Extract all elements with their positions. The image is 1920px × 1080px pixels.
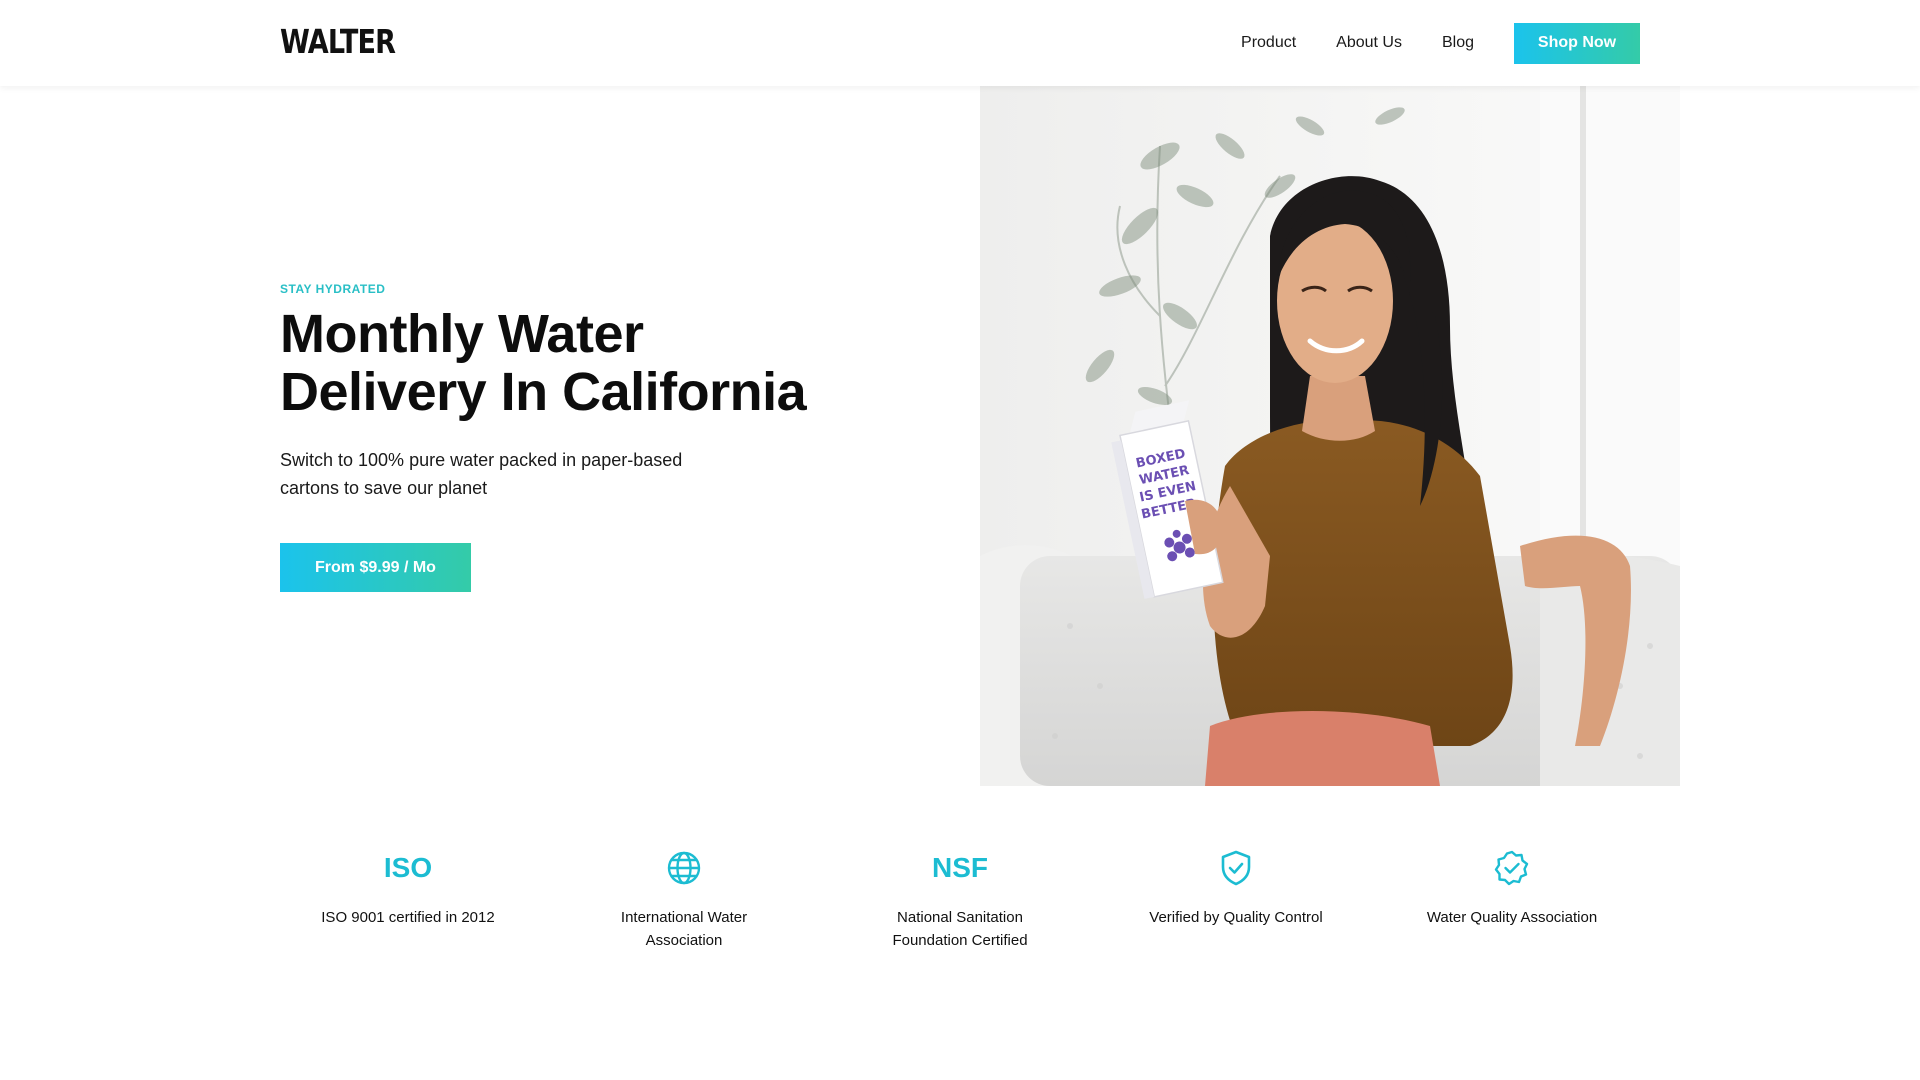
pricing-cta-button[interactable]: From $9.99 / Mo	[280, 543, 471, 592]
hero-subtitle: Switch to 100% pure water packed in pape…	[280, 450, 683, 498]
hero-photo-illustration: BOXED WATER IS EVEN BETTER.	[980, 86, 1680, 786]
main-nav: Product About Us Blog Shop Now	[1241, 0, 1640, 86]
certifications-row: ISO ISO 9001 certified in 2012 Internati…	[270, 850, 1650, 952]
site-header: WALTER Product About Us Blog Shop Now	[0, 0, 1920, 86]
nav-link-product[interactable]: Product	[1241, 34, 1296, 52]
hero-image: BOXED WATER IS EVEN BETTER.	[980, 86, 1680, 786]
feature-nsf: NSF National Sanitation Foundation Certi…	[822, 850, 1098, 952]
feature-iso: ISO ISO 9001 certified in 2012	[270, 850, 546, 952]
feature-iwa: International Water Association	[546, 850, 822, 952]
shop-now-button[interactable]: Shop Now	[1514, 22, 1640, 64]
shield-check-icon	[1221, 850, 1251, 886]
badge-check-icon	[1494, 850, 1529, 886]
nsf-mark: NSF	[932, 852, 988, 883]
hero-title: Monthly Water Delivery In California	[280, 304, 807, 422]
feature-label: ISO 9001 certified in 2012	[321, 909, 495, 926]
globe-icon	[667, 851, 701, 885]
feature-label: National Sanitation Foundation Certified	[892, 909, 1028, 949]
nav-link-about-us[interactable]: About Us	[1336, 34, 1402, 52]
logo[interactable]: WALTER	[280, 22, 396, 61]
feature-label: Water Quality Association	[1426, 909, 1598, 926]
hero-eyebrow: STAY HYDRATED	[280, 282, 386, 296]
feature-quality-control: Verified by Quality Control	[1098, 850, 1374, 952]
feature-label: International Water Association	[620, 909, 748, 949]
feature-label: Verified by Quality Control	[1149, 909, 1323, 926]
iso-mark: ISO	[383, 852, 433, 883]
feature-wqa: Water Quality Association	[1374, 850, 1650, 952]
nav-link-blog[interactable]: Blog	[1442, 34, 1474, 52]
